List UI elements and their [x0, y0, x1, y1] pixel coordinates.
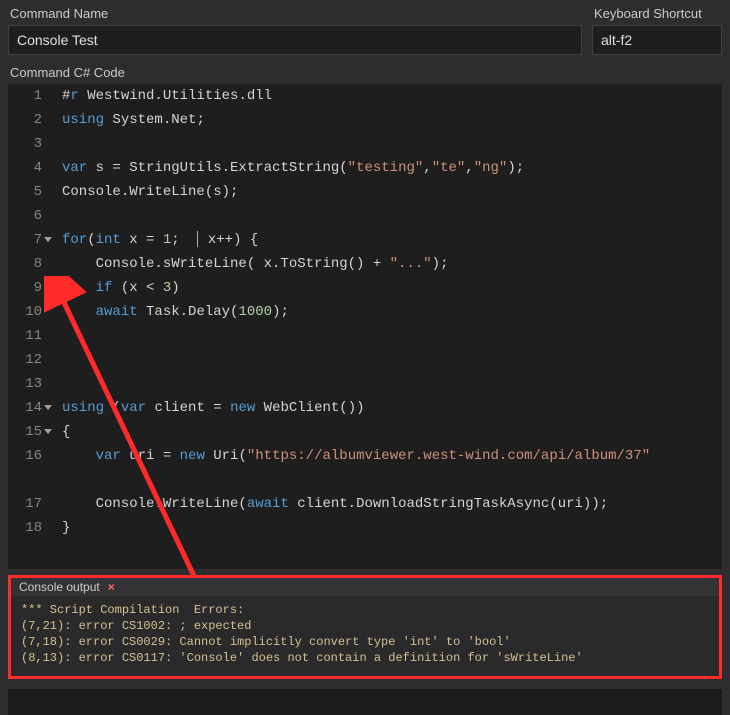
line-number: 15: [18, 420, 42, 444]
line-number: 6: [18, 204, 42, 228]
code-line[interactable]: await Task.Delay(1000);: [62, 300, 722, 324]
top-fields-row: Command Name Keyboard Shortcut: [8, 6, 722, 55]
line-number: 11: [18, 324, 42, 348]
line-number: 2: [18, 108, 42, 132]
line-number: 8: [18, 252, 42, 276]
code-line[interactable]: if (x < 3): [62, 276, 722, 300]
line-number: 1: [18, 84, 42, 108]
code-line[interactable]: using System.Net;: [62, 108, 722, 132]
line-number: 17: [18, 492, 42, 516]
code-line[interactable]: [62, 204, 722, 228]
console-body: *** Script Compilation Errors: (7,21): e…: [11, 596, 719, 676]
code-editor[interactable]: 123456789101112131415161718 #r Westwind.…: [8, 84, 722, 569]
line-number: 3: [18, 132, 42, 156]
code-line[interactable]: #r Westwind.Utilities.dll: [62, 84, 722, 108]
code-line[interactable]: [62, 372, 722, 396]
code-line[interactable]: [62, 348, 722, 372]
line-number: [18, 468, 42, 492]
close-icon[interactable]: ×: [108, 580, 115, 594]
code-line[interactable]: [62, 324, 722, 348]
keyboard-shortcut-label: Keyboard Shortcut: [592, 6, 722, 21]
code-line[interactable]: var uri = new Uri("https://albumviewer.w…: [62, 444, 722, 468]
console-title: Console output: [19, 580, 100, 594]
keyboard-shortcut-input[interactable]: [592, 25, 722, 55]
editor-gutter: 123456789101112131415161718: [8, 84, 56, 569]
command-name-input[interactable]: [8, 25, 582, 55]
line-number: 7: [18, 228, 42, 252]
code-label: Command C# Code: [8, 65, 722, 80]
console-header: Console output ×: [11, 578, 719, 596]
command-name-label: Command Name: [8, 6, 582, 21]
line-number: 16: [18, 444, 42, 468]
code-line[interactable]: for(int x = 1; x++) {: [62, 228, 722, 252]
code-line[interactable]: Console.WriteLine(await client.DownloadS…: [62, 492, 722, 516]
console-output-panel: Console output × *** Script Compilation …: [8, 575, 722, 679]
line-number: 18: [18, 516, 42, 540]
line-number: 9: [18, 276, 42, 300]
line-number: 13: [18, 372, 42, 396]
line-number: 5: [18, 180, 42, 204]
code-line[interactable]: [62, 468, 722, 492]
code-line[interactable]: Console.sWriteLine( x.ToString() + "..."…: [62, 252, 722, 276]
line-number: 10: [18, 300, 42, 324]
line-number: 12: [18, 348, 42, 372]
code-line[interactable]: {: [62, 420, 722, 444]
line-number: 14: [18, 396, 42, 420]
command-name-group: Command Name: [8, 6, 582, 55]
editor-code-area[interactable]: #r Westwind.Utilities.dllusing System.Ne…: [56, 84, 722, 569]
code-line[interactable]: Console.WriteLine(s);: [62, 180, 722, 204]
footer-spacer: [8, 689, 722, 715]
line-number: 4: [18, 156, 42, 180]
code-line[interactable]: }: [62, 516, 722, 540]
code-line[interactable]: using (var client = new WebClient()): [62, 396, 722, 420]
code-line[interactable]: [62, 132, 722, 156]
keyboard-shortcut-group: Keyboard Shortcut: [592, 6, 722, 55]
code-line[interactable]: var s = StringUtils.ExtractString("testi…: [62, 156, 722, 180]
